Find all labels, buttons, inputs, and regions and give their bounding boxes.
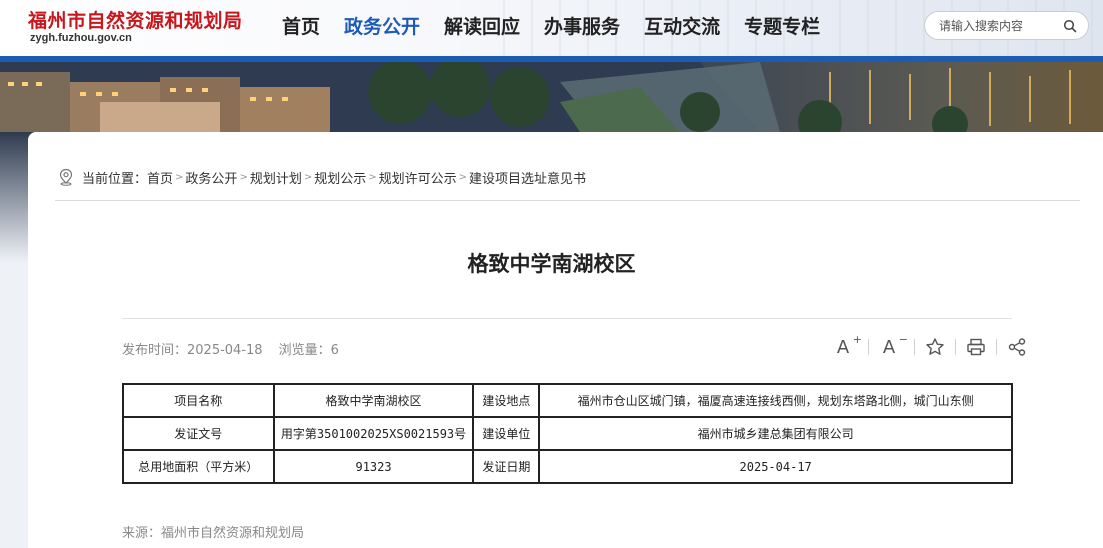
breadcrumb-item-home[interactable]: 首页: [147, 168, 173, 187]
table-cell-value: 格致中学南湖校区: [272, 383, 475, 418]
table-row: 项目名称 格致中学南湖校区 建设地点 福州市仓山区城门镇，福厦高速连接线西侧，规…: [122, 383, 1013, 418]
print-icon: [967, 338, 985, 356]
table-cell-value: 福州市仓山区城门镇，福厦高速连接线西侧，规划东塔路北侧，城门山东侧: [538, 383, 1013, 418]
site-logo-title[interactable]: 福州市自然资源和规划局: [28, 6, 243, 33]
table-row: 发证文号 用字第3501002025XS0021593号 建设单位 福州市城乡建…: [122, 416, 1013, 451]
article-title: 格致中学南湖校区: [467, 252, 636, 276]
article-meta: 发布时间：2025-04-18 浏览量：6: [122, 339, 339, 358]
views-info: 浏览量：6: [279, 339, 339, 358]
share-icon: [1008, 338, 1026, 356]
nav-item-interpretation[interactable]: 解读回应: [432, 12, 532, 42]
tool-separator: [914, 339, 915, 355]
site-logo-url: zygh.fuzhou.gov.cn: [30, 32, 132, 44]
search-icon[interactable]: [1063, 19, 1077, 33]
table-cell-value: 福州市城乡建总集团有限公司: [538, 416, 1013, 451]
nav-item-interaction[interactable]: 互动交流: [632, 12, 732, 42]
font-increase-button[interactable]: A +: [832, 333, 862, 358]
breadcrumb-divider: [55, 200, 1080, 201]
breadcrumb-separator: >: [303, 171, 313, 183]
breadcrumb-separator: >: [239, 171, 248, 183]
minus-icon: −: [898, 333, 908, 346]
table-cell-label: 建设地点: [472, 383, 541, 418]
table-cell-value: 91323: [272, 449, 475, 484]
breadcrumb-separator: >: [368, 171, 377, 183]
share-button[interactable]: [1006, 336, 1028, 358]
table-cell-value: 2025-04-17: [538, 449, 1013, 484]
breadcrumb-separator: >: [458, 171, 468, 183]
breadcrumb-item-site-selection[interactable]: 建设项目选址意见书: [469, 168, 586, 187]
location-pin-icon: [59, 168, 73, 186]
table-cell-label: 建设单位: [472, 416, 541, 451]
nav-item-special-topics[interactable]: 专题专栏: [732, 12, 832, 42]
plus-icon: +: [852, 333, 862, 346]
publish-info: 发布时间：2025-04-18: [122, 339, 263, 358]
breadcrumb: 当前位置： 首页 > 政务公开 > 规划计划 > 规划公示 > 规划许可公示 >…: [58, 167, 586, 187]
table-cell-label: 发证文号: [122, 416, 275, 451]
permit-info-table: 项目名称 格致中学南湖校区 建设地点 福州市仓山区城门镇，福厦高速连接线西侧，规…: [122, 383, 1013, 484]
table-cell-label: 发证日期: [472, 449, 541, 484]
publish-date: 2025-04-18: [187, 343, 263, 358]
nav-item-services[interactable]: 办事服务: [532, 12, 632, 42]
table-cell-value: 用字第3501002025XS0021593号: [272, 416, 475, 451]
source-label: 来源：: [122, 526, 162, 541]
star-icon: [926, 338, 944, 355]
site-header: 福州市自然资源和规划局 zygh.fuzhou.gov.cn 首页 政务公开 解…: [0, 0, 1103, 56]
search-box: [924, 11, 1089, 40]
article-tools: A + A −: [832, 333, 1028, 358]
table-cell-label: 项目名称: [122, 383, 275, 418]
favorite-button[interactable]: [924, 336, 946, 358]
views-label: 浏览量：: [278, 343, 331, 358]
font-decrease-button[interactable]: A −: [878, 333, 908, 358]
title-divider: [122, 318, 1012, 319]
font-increase-glyph: A: [836, 336, 850, 358]
views-count: 6: [330, 343, 339, 358]
tool-separator: [955, 339, 956, 355]
tool-separator: [996, 339, 997, 355]
breadcrumb-item-government-affairs[interactable]: 政务公开: [185, 168, 237, 187]
font-decrease-glyph: A: [882, 336, 896, 358]
nav-item-government-affairs[interactable]: 政务公开: [332, 12, 432, 42]
print-button[interactable]: [965, 336, 987, 358]
breadcrumb-item-planning-plan[interactable]: 规划计划: [250, 168, 302, 187]
table-row: 总用地面积（平方米） 91323 发证日期 2025-04-17: [122, 449, 1013, 484]
nav-item-home[interactable]: 首页: [270, 12, 332, 42]
source-value: 福州市自然资源和规划局: [161, 526, 305, 541]
main-nav: 首页 政务公开 解读回应 办事服务 互动交流 专题专栏: [270, 12, 832, 42]
breadcrumb-separator: >: [175, 171, 184, 183]
breadcrumb-item-permit-notice[interactable]: 规划许可公示: [379, 168, 457, 187]
article-source: 来源：福州市自然资源和规划局: [122, 522, 304, 541]
breadcrumb-item-planning-notice[interactable]: 规划公示: [314, 168, 366, 187]
table-cell-label: 总用地面积（平方米）: [122, 449, 275, 484]
tool-separator: [868, 339, 869, 355]
search-input[interactable]: [939, 17, 1059, 35]
breadcrumb-prefix: 当前位置：: [82, 171, 148, 187]
publish-label: 发布时间：: [122, 343, 188, 358]
